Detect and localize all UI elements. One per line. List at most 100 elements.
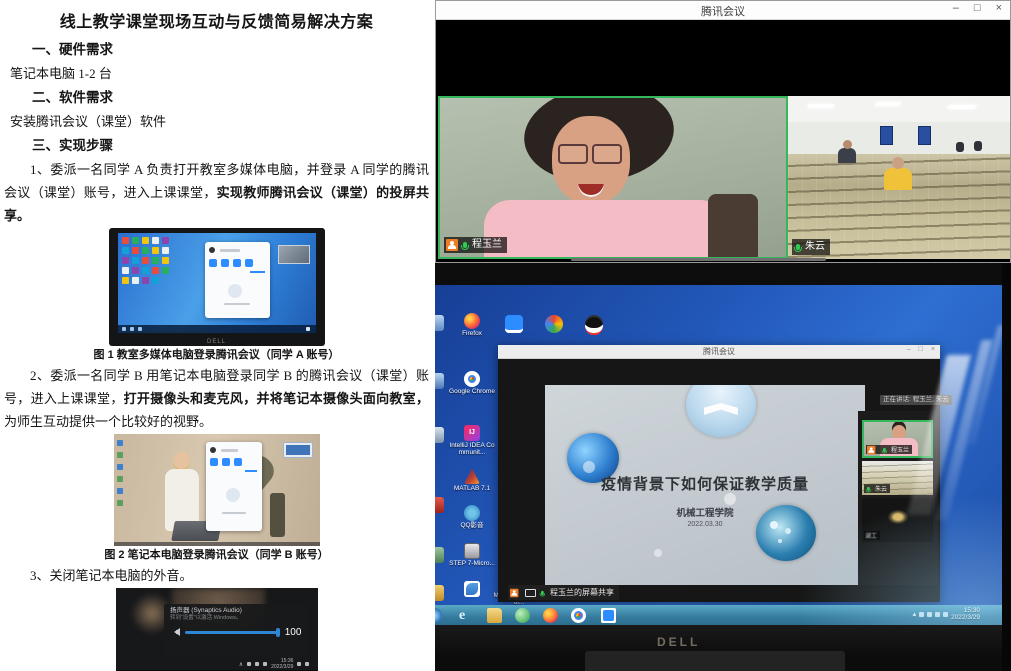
fig2-wallpaper-woman xyxy=(163,452,203,532)
photo-dark-edge xyxy=(1002,263,1011,671)
taskbar-explorer-icon[interactable] xyxy=(487,608,502,623)
figure-2-image xyxy=(114,434,320,546)
monitor-photo: Firefox Google Chrome IJ IntelliJ IDEA C… xyxy=(435,263,1011,671)
figure-1-image: DELL xyxy=(109,228,325,346)
maximize-button: □ xyxy=(919,346,923,353)
section-heading-hardware: 一、硬件需求 xyxy=(32,38,429,62)
monitor-brand-logo: DELL xyxy=(657,635,700,649)
scrollbar[interactable] xyxy=(571,258,826,261)
doc-title: 线上教学课堂现场互动与反馈简易解决方案 xyxy=(4,8,429,32)
step7-icon xyxy=(464,543,480,559)
fig3-activation-watermark: 转到“设置”以激活 Windows。 xyxy=(170,615,301,622)
figure-1-caption: 图 1 教室多媒体电脑登录腾讯会议（同学 A 账号） xyxy=(4,347,429,363)
figure-3-image: 扬声器 (Synaptics Audio) 转到“设置”以激活 Windows。… xyxy=(116,588,318,671)
participant-name: 朱云 xyxy=(805,241,825,253)
desktop-icon xyxy=(435,427,444,443)
document-panel: 线上教学课堂现场互动与反馈简易解决方案 一、硬件需求 笔记本电脑 1-2 台 二… xyxy=(0,0,435,671)
desktop-icon-qqplayer[interactable]: QQ影音 xyxy=(449,505,495,529)
taskbar-chrome-icon[interactable] xyxy=(571,608,586,623)
participant-nametag: 朱云 xyxy=(792,239,830,255)
firefox-icon xyxy=(464,313,480,329)
video-tile-chengyulan[interactable]: 程玉兰 xyxy=(438,96,788,259)
fig3-volume-value: 100 xyxy=(285,627,302,638)
screen-share-label: 程玉兰的屏幕共享 xyxy=(508,585,619,600)
step-3-paragraph: 3、关闭笔记本电脑的外音。 xyxy=(4,564,429,587)
fig3-speaker-device-label: 扬声器 (Synaptics Audio) xyxy=(170,607,301,615)
screen-share-icon xyxy=(525,589,536,597)
host-person-icon xyxy=(446,239,458,251)
host-person-icon xyxy=(510,588,518,596)
fig1-video-thumbnail xyxy=(278,245,310,264)
app-grid-icon xyxy=(464,581,480,597)
close-button[interactable]: × xyxy=(996,2,1002,14)
section-heading-steps: 三、实现步骤 xyxy=(32,134,429,158)
taskbar-firefox-icon[interactable] xyxy=(543,608,558,623)
taskbar-meeting-icon[interactable] xyxy=(601,608,616,623)
fig3-system-tray: ∧ 15:362022/3/29 xyxy=(239,658,310,670)
fig2-small-window xyxy=(283,442,314,459)
meeting-window-title: 腾讯会议 xyxy=(436,3,1010,19)
matlab-icon xyxy=(464,468,480,484)
participant-name: 程玉兰 xyxy=(472,239,502,251)
fig1-desktop-icons xyxy=(122,237,169,284)
fig1-desktop xyxy=(118,233,316,333)
fig2-taskbar xyxy=(114,542,320,546)
desktop-icon-tencent-meeting[interactable] xyxy=(505,315,523,333)
video-tile-zhuyun[interactable]: 朱云 xyxy=(788,96,1010,259)
microphone-icon xyxy=(463,242,467,248)
microphone-icon xyxy=(796,244,800,250)
student-yellow xyxy=(884,168,912,190)
section-heading-software: 二、软件需求 xyxy=(32,86,429,110)
desktop-icon-firefox[interactable]: Firefox xyxy=(449,313,495,337)
right-column: 腾讯会议 – □ × 程玉兰 xyxy=(435,0,1011,671)
shared-window-titlebar: 腾讯会议 – □ × xyxy=(498,345,940,359)
meeting-window: 腾讯会议 – □ × 程玉兰 xyxy=(435,0,1011,263)
chrome-icon xyxy=(464,371,480,387)
fig2-meeting-login-panel xyxy=(206,442,262,532)
maximize-button[interactable]: □ xyxy=(974,2,981,14)
video-grid: 程玉兰 xyxy=(438,96,1010,259)
minimize-button[interactable]: – xyxy=(953,2,959,14)
taskbar-ie-icon[interactable]: e xyxy=(459,608,474,623)
desktop-icon-chrome[interactable]: Google Chrome xyxy=(449,371,495,395)
microphone-icon xyxy=(883,447,886,451)
desktop-icon-step7[interactable]: STEP 7-Micro... xyxy=(449,543,495,567)
fig1-meeting-login-panel xyxy=(205,242,270,318)
taskbar-browser-icon[interactable] xyxy=(515,608,530,623)
fig1-monitor-brand: DELL xyxy=(109,339,325,345)
figure-2-caption: 图 2 笔记本电脑登录腾讯会议（同学 B 账号） xyxy=(4,547,429,563)
fig1-taskbar xyxy=(118,325,316,333)
desktop-icon xyxy=(435,547,444,563)
microphone-icon xyxy=(541,590,544,594)
screenshot-root: 线上教学课堂现场互动与反馈简易解决方案 一、硬件需求 笔记本电脑 1-2 台 二… xyxy=(0,0,1011,671)
step-2-paragraph: 2、委派一名同学 B 用笔记本电脑登录同学 B 的腾讯会议（课堂）账号，进入上课… xyxy=(4,364,429,433)
desktop-icon xyxy=(435,373,444,389)
fig2-desktop-icons xyxy=(117,440,123,506)
desktop-icon-pinwheel[interactable] xyxy=(545,315,563,333)
screen-glare xyxy=(782,485,1002,625)
desktop-icon-matlab[interactable]: MATLAB 7.1 xyxy=(449,468,495,492)
desktop-icon xyxy=(435,497,444,513)
step-2-bold-text: 打开摄像头和麦克风，并将笔记本摄像头面向教室， xyxy=(124,391,429,406)
section-body-software: 安装腾讯会议（课堂）软件 xyxy=(10,110,429,134)
monitor-stand xyxy=(585,651,845,671)
step-1-paragraph: 1、委派一名同学 A 负责打开教室多媒体电脑，并登录 A 同学的腾讯会议（课堂）… xyxy=(4,158,429,227)
section-body-hardware: 笔记本电脑 1-2 台 xyxy=(10,62,429,86)
fig3-volume-popup: 扬声器 (Synaptics Audio) 转到“设置”以激活 Windows。… xyxy=(164,604,307,658)
desktop-icon xyxy=(435,315,444,331)
windows-desktop: Firefox Google Chrome IJ IntelliJ IDEA C… xyxy=(435,285,1002,625)
participant-nametag: 程玉兰 xyxy=(444,237,507,253)
step-2-text-b: 为师生互动提供一个比较好的视野。 xyxy=(4,414,212,429)
close-button: × xyxy=(931,346,935,353)
desktop-icon xyxy=(435,585,444,601)
host-person-icon xyxy=(867,445,875,453)
shared-window-title: 腾讯会议 xyxy=(498,346,940,357)
start-button[interactable] xyxy=(435,608,442,623)
desktop-icon-grid[interactable] xyxy=(449,581,495,597)
desktop-icon-qq[interactable] xyxy=(585,315,603,335)
fig3-volume-slider xyxy=(185,631,280,634)
meeting-titlebar: 腾讯会议 – □ × xyxy=(436,1,1010,20)
desktop-icon-intellij[interactable]: IJ IntelliJ IDEA Communit... xyxy=(449,425,495,456)
minimize-button: – xyxy=(907,346,911,353)
student-dark xyxy=(838,148,856,163)
